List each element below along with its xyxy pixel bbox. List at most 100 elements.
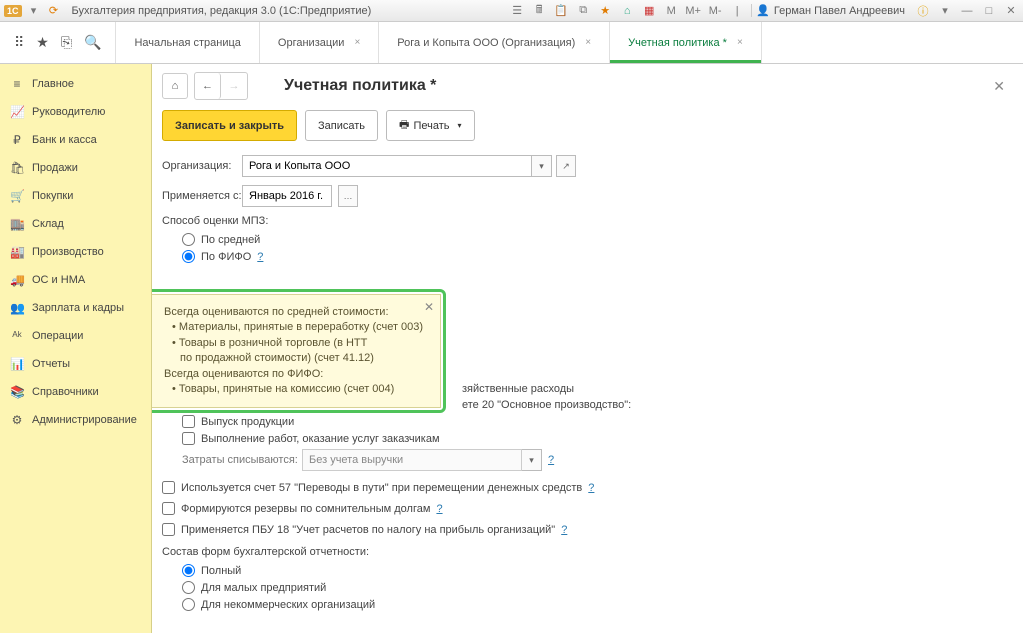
grid-icon[interactable]: ⠿: [14, 34, 24, 51]
sidebar-item-salary[interactable]: 👥Зарплата и кадры: [0, 294, 151, 322]
help-link[interactable]: ?: [436, 503, 442, 515]
action-bar: Записать и закрыть Записать 🖶Печать▾: [152, 108, 1023, 151]
tooltip-line: по продажной стоимости) (счет 41.12): [180, 351, 428, 366]
m-btn[interactable]: M: [663, 3, 679, 19]
star-icon[interactable]: ★: [36, 34, 49, 51]
save-close-button[interactable]: Записать и закрыть: [162, 110, 297, 141]
org-input[interactable]: [242, 155, 532, 177]
tool-icon-1[interactable]: ☰: [509, 3, 525, 19]
applied-label: Применяется с:: [162, 190, 242, 202]
form-area: Организация: ▾ ↗ Применяется с: … Способ…: [152, 151, 1023, 619]
factory-icon: 🏭: [10, 245, 24, 259]
sidebar-item-bank[interactable]: ₽Банк и касса: [0, 126, 151, 154]
tooltip-line: • Материалы, принятые в переработку (сче…: [172, 320, 428, 335]
window-minimize[interactable]: —: [959, 3, 975, 19]
radio-nonprofit[interactable]: Для некоммерческих организаций: [182, 598, 1013, 611]
page-header: ⌂ ← → Учетная политика * ✕: [152, 64, 1023, 108]
toolbar-row: ⠿ ★ ⎘ 🔍 Начальная страница Организации× …: [0, 22, 1023, 64]
copy-icon[interactable]: ⎘: [61, 34, 72, 51]
user-name: Герман Павел Андреевич: [774, 5, 905, 17]
app-badge: 1C: [4, 5, 22, 17]
radio-full[interactable]: Полный: [182, 564, 1013, 577]
home-button[interactable]: ⌂: [162, 73, 188, 99]
tab-close[interactable]: ×: [737, 37, 743, 48]
sidebar-item-manager[interactable]: 📈Руководителю: [0, 98, 151, 126]
sidebar-item-production[interactable]: 🏭Производство: [0, 238, 151, 266]
help-link[interactable]: ?: [588, 482, 594, 494]
radio-average[interactable]: По средней: [182, 233, 1013, 246]
sidebar-item-reports[interactable]: 📊Отчеты: [0, 350, 151, 378]
sidebar-item-sales[interactable]: 🛍Продажи: [0, 154, 151, 182]
info-dropdown[interactable]: ▾: [937, 3, 953, 19]
chk-pbu18[interactable]: Применяется ПБУ 18 "Учет расчетов по нал…: [162, 523, 1013, 536]
tabs: Начальная страница Организации× Рога и К…: [116, 22, 761, 63]
info-icon[interactable]: ⓘ: [915, 3, 931, 19]
print-button[interactable]: 🖶Печать▾: [386, 110, 474, 141]
dropdown-icon[interactable]: ▾: [26, 3, 42, 19]
sidebar-item-warehouse[interactable]: 🏬Склад: [0, 210, 151, 238]
help-link[interactable]: ?: [257, 251, 263, 263]
chk-services[interactable]: Выполнение работ, оказание услуг заказчи…: [182, 432, 1013, 445]
cart-icon: 🛒: [10, 189, 24, 203]
radio-fifo[interactable]: По ФИФО?: [182, 250, 1013, 263]
costs-input: [302, 449, 522, 471]
tooltip: ✕ Всегда оцениваются по средней стоимост…: [152, 289, 446, 413]
partial-account-text: ете 20 "Основное производство":: [462, 399, 1013, 411]
sidebar-item-catalogs[interactable]: 📚Справочники: [0, 378, 151, 406]
sidebar: ≡Главное 📈Руководителю ₽Банк и касса 🛍Пр…: [0, 64, 152, 633]
report-label: Состав форм бухгалтерской отчетности:: [162, 546, 1013, 558]
sidebar-item-admin[interactable]: ⚙Администрирование: [0, 406, 151, 434]
tooltip-close[interactable]: ✕: [424, 299, 434, 316]
chk-reserves[interactable]: Формируются резервы по сомнительным долг…: [162, 502, 1013, 515]
sidebar-item-operations[interactable]: ᴬᵏОперации: [0, 322, 151, 350]
costs-dropdown: ▾: [522, 449, 542, 471]
people-icon: 👥: [10, 301, 24, 315]
tab-close[interactable]: ×: [585, 37, 591, 48]
titlebar: 1C ▾ ⟳ Бухгалтерия предприятия, редакция…: [0, 0, 1023, 22]
applied-input[interactable]: [242, 185, 332, 207]
tab-organizations[interactable]: Организации×: [260, 22, 379, 63]
org-dropdown[interactable]: ▾: [532, 155, 552, 177]
window-maximize[interactable]: □: [981, 3, 997, 19]
save-button[interactable]: Записать: [305, 110, 378, 141]
sidebar-item-os-nma[interactable]: 🚚ОС и НМА: [0, 266, 151, 294]
help-link[interactable]: ?: [548, 454, 554, 466]
tooltip-line: Всегда оцениваются по средней стоимости:: [164, 305, 428, 320]
bag-icon: 🛍: [10, 161, 24, 175]
back-button[interactable]: ←: [195, 73, 221, 99]
page-title: Учетная политика *: [284, 77, 436, 95]
help-link[interactable]: ?: [561, 524, 567, 536]
m-plus-btn[interactable]: M+: [685, 3, 701, 19]
page-close[interactable]: ✕: [985, 74, 1013, 99]
search-icon[interactable]: 🔍: [84, 34, 101, 51]
sidebar-item-main[interactable]: ≡Главное: [0, 70, 151, 98]
tool-icon-3[interactable]: 📋: [553, 3, 569, 19]
divider: |: [729, 3, 745, 19]
gear-icon: ⚙: [10, 413, 24, 427]
m-minus-btn[interactable]: M-: [707, 3, 723, 19]
refresh-icon[interactable]: ⟳: [46, 3, 62, 19]
tab-close[interactable]: ×: [354, 37, 360, 48]
forward-button: →: [221, 73, 247, 99]
truck-icon: 🚚: [10, 273, 24, 287]
tooltip-line: • Товары, принятые на комиссию (счет 004…: [172, 382, 428, 397]
window-close[interactable]: ✕: [1003, 3, 1019, 19]
tool-icon-7[interactable]: ▦: [641, 3, 657, 19]
tool-icon-5[interactable]: ★: [597, 3, 613, 19]
chk-57[interactable]: Используется счет 57 "Переводы в пути" п…: [162, 481, 1013, 494]
tab-accounting-policy[interactable]: Учетная политика *×: [610, 22, 762, 63]
tool-icon-6[interactable]: ⌂: [619, 3, 635, 19]
tab-roga-kopyta[interactable]: Рога и Копыта ООО (Организация)×: [379, 22, 610, 63]
operations-icon: ᴬᵏ: [10, 329, 24, 343]
tool-icon-4[interactable]: ⧉: [575, 3, 591, 19]
applied-more[interactable]: …: [338, 185, 358, 207]
chk-output[interactable]: Выпуск продукции: [182, 415, 1013, 428]
main-icon: ≡: [10, 77, 24, 91]
org-open[interactable]: ↗: [556, 155, 576, 177]
sidebar-item-purchases[interactable]: 🛒Покупки: [0, 182, 151, 210]
tab-start[interactable]: Начальная страница: [116, 22, 259, 63]
warehouse-icon: 🏬: [10, 217, 24, 231]
user-block[interactable]: 👤 Герман Павел Андреевич: [751, 4, 909, 17]
tool-icon-2[interactable]: 🖩: [531, 3, 547, 19]
radio-small[interactable]: Для малых предприятий: [182, 581, 1013, 594]
